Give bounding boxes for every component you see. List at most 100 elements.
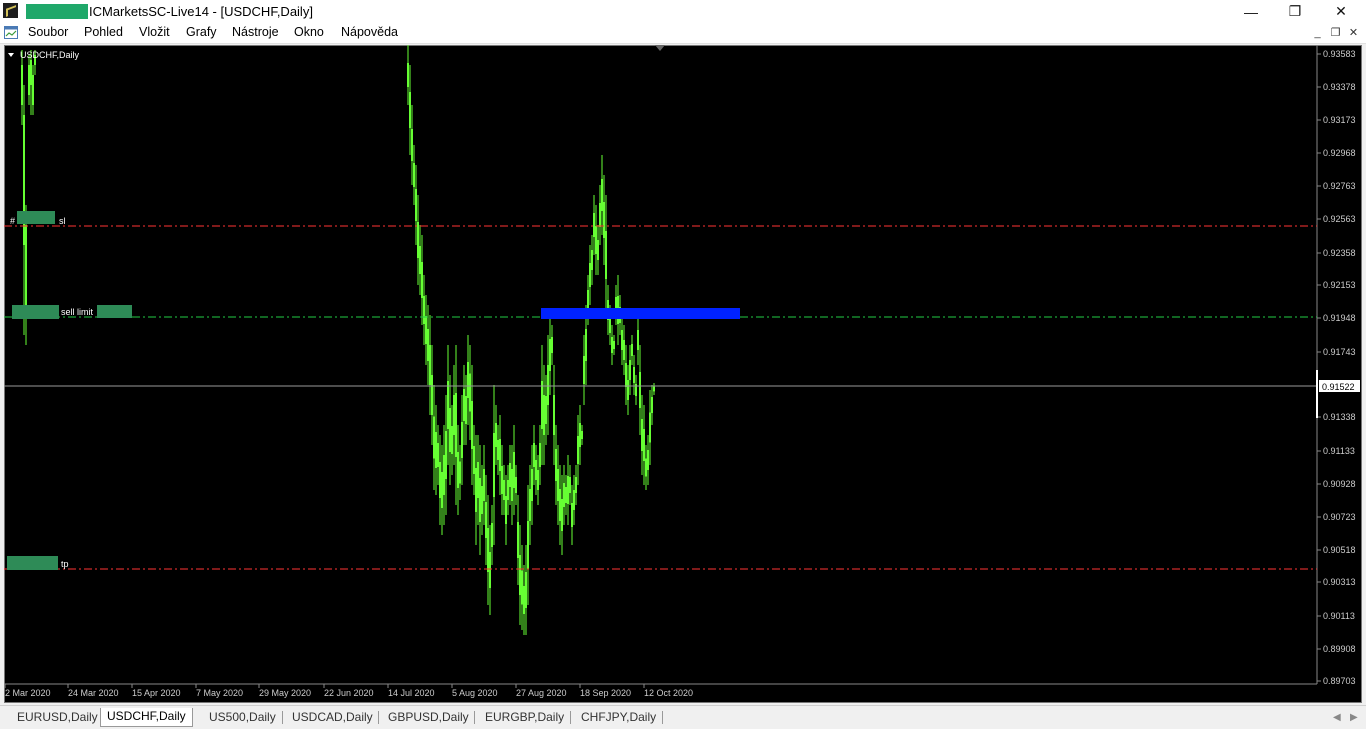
candle-body bbox=[543, 395, 545, 435]
close-button[interactable]: ✕ bbox=[1318, 0, 1364, 23]
candle-body bbox=[21, 65, 23, 105]
candle-body bbox=[611, 337, 613, 353]
tab-gbpusd[interactable]: GBPUSD,Daily bbox=[382, 709, 475, 727]
candle-body bbox=[571, 503, 573, 527]
candle-body bbox=[457, 452, 459, 488]
candle-body bbox=[439, 462, 441, 498]
candle-body bbox=[419, 246, 421, 274]
candle-body bbox=[651, 397, 653, 413]
tab-chfjpy[interactable]: CHFJPY,Daily bbox=[575, 709, 662, 727]
candle-body bbox=[649, 412, 651, 443]
tab-usdchf[interactable]: USDCHF,Daily bbox=[100, 708, 193, 727]
chart-close-button[interactable]: ✕ bbox=[1346, 26, 1361, 40]
candle-body bbox=[591, 250, 593, 270]
candle-body bbox=[561, 499, 563, 531]
title-bar: ICMarketsSC-Live14 - [USDCHF,Daily] — ❐ … bbox=[0, 0, 1366, 23]
candle-body bbox=[605, 231, 607, 279]
tab-usdcad[interactable]: USDCAD,Daily bbox=[286, 709, 379, 727]
candle-body bbox=[473, 446, 475, 474]
candle-body bbox=[477, 462, 479, 498]
redacted-order-ticket bbox=[12, 305, 59, 319]
minimize-button[interactable]: — bbox=[1228, 0, 1274, 23]
time-tick-label: 7 May 2020 bbox=[196, 688, 243, 698]
chart-window-icon[interactable] bbox=[4, 26, 18, 39]
candle-body bbox=[559, 489, 561, 521]
restore-button[interactable]: ❐ bbox=[1272, 0, 1318, 23]
chart-shift-marker-icon[interactable] bbox=[655, 45, 665, 51]
candle-body bbox=[459, 461, 461, 484]
menu-tools[interactable]: Nástroje bbox=[232, 25, 279, 39]
price-tick-label: 0.90518 bbox=[1323, 545, 1356, 555]
candle-body bbox=[25, 225, 27, 305]
candle-body bbox=[437, 443, 439, 467]
candle-body bbox=[507, 480, 509, 500]
candle-body bbox=[407, 63, 409, 87]
tab-eurgbp[interactable]: EURGBP,Daily bbox=[479, 709, 570, 727]
chart-menu-triangle-icon[interactable] bbox=[8, 53, 14, 57]
redacted-order-ticket bbox=[7, 556, 58, 570]
candle-body bbox=[545, 396, 547, 424]
minimize-icon: — bbox=[1244, 3, 1258, 20]
candle-body bbox=[463, 389, 465, 421]
candle-body bbox=[575, 477, 577, 493]
candle-body bbox=[627, 380, 629, 400]
candle-body bbox=[553, 395, 555, 435]
sl-order-label: sl bbox=[59, 216, 66, 226]
menu-bar: Soubor Pohled Vložit Grafy Nástroje Okno… bbox=[0, 23, 1366, 44]
time-tick-label: 15 Apr 2020 bbox=[132, 688, 181, 698]
candle-body bbox=[467, 362, 469, 398]
time-tick-label: 2 Mar 2020 bbox=[5, 688, 51, 698]
candle-body bbox=[499, 439, 501, 471]
candle-body bbox=[537, 470, 539, 490]
menu-insert[interactable]: Vložit bbox=[139, 25, 170, 39]
candle-body bbox=[569, 477, 571, 493]
candle-body bbox=[643, 429, 645, 461]
time-tick-label: 5 Aug 2020 bbox=[452, 688, 498, 698]
chart-minimize-button[interactable]: _ bbox=[1310, 26, 1325, 40]
candle-body bbox=[471, 401, 473, 449]
candle-body bbox=[417, 222, 419, 258]
tabs-scroll-left-icon[interactable]: ◀ bbox=[1333, 712, 1341, 723]
candle-body bbox=[579, 423, 581, 447]
candle-body bbox=[30, 60, 32, 85]
current-price-value: 0.91522 bbox=[1322, 382, 1355, 392]
candle-body bbox=[551, 337, 553, 353]
candle-body bbox=[483, 469, 485, 501]
candle-body bbox=[595, 226, 597, 254]
candle-body bbox=[489, 552, 491, 588]
candle-body bbox=[639, 372, 641, 408]
candle-body bbox=[453, 395, 455, 435]
candle-body bbox=[539, 443, 541, 467]
restore-icon: ❐ bbox=[1288, 3, 1302, 19]
candle-body bbox=[641, 419, 643, 451]
tab-us500[interactable]: US500,Daily bbox=[203, 709, 282, 727]
candle-body bbox=[557, 469, 559, 501]
candle-body bbox=[479, 478, 481, 522]
menu-view[interactable]: Pohled bbox=[84, 25, 123, 39]
time-tick-label: 22 Jun 2020 bbox=[324, 688, 374, 698]
tabs-scroll-right-icon[interactable]: ▶ bbox=[1350, 712, 1358, 723]
candle-body bbox=[429, 345, 431, 385]
candle-body bbox=[445, 431, 447, 479]
candle-body bbox=[485, 502, 487, 538]
supply-zone-rectangle[interactable] bbox=[541, 308, 740, 319]
menu-window[interactable]: Okno bbox=[294, 25, 324, 39]
price-tick-label: 0.91133 bbox=[1323, 446, 1355, 456]
candle-body bbox=[413, 163, 415, 187]
tab-separator bbox=[474, 711, 475, 724]
candle-body bbox=[653, 386, 655, 392]
chart-restore-button[interactable]: ❐ bbox=[1328, 26, 1343, 40]
candle-body bbox=[521, 570, 523, 605]
time-tick-label: 18 Sep 2020 bbox=[580, 688, 631, 698]
candle-body bbox=[637, 330, 639, 350]
price-chart[interactable]: # sl sell limit tp USDCHF,Daily 0.935830… bbox=[4, 45, 1362, 703]
candle-body bbox=[511, 469, 513, 501]
candle-body bbox=[431, 375, 433, 415]
menu-file[interactable]: Soubor bbox=[28, 25, 68, 39]
tab-eurusd[interactable]: EURUSD,Daily bbox=[11, 709, 104, 727]
menu-help[interactable]: Nápověda bbox=[341, 25, 398, 39]
metatrader-app-icon[interactable] bbox=[3, 3, 18, 18]
menu-charts[interactable]: Grafy bbox=[186, 25, 217, 39]
candle-body bbox=[501, 466, 503, 494]
candle-body bbox=[525, 572, 527, 608]
